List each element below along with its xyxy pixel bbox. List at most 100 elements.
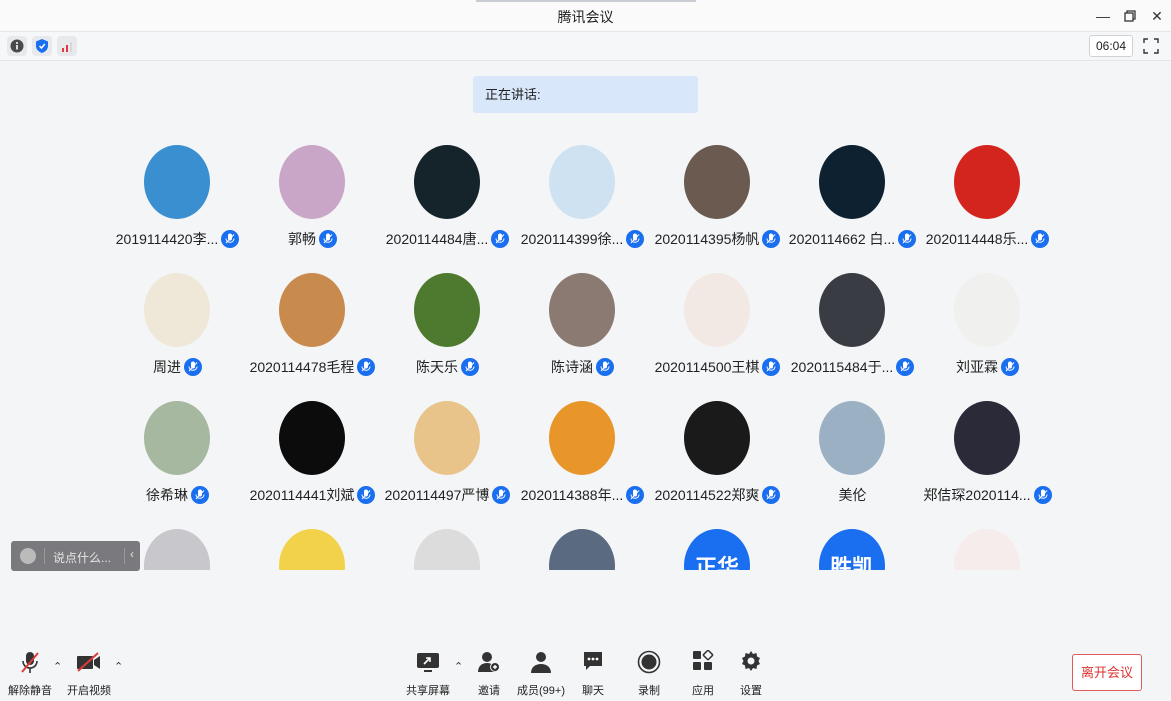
participant-name: 郑佶琛2020114... [923,487,1031,503]
fullscreen-icon[interactable] [1141,36,1161,56]
participant-tile[interactable]: 胜凯 [785,524,920,570]
participant-name: 刘亚霖 [956,359,998,375]
participant-tile[interactable] [920,524,1055,570]
participant-tile[interactable]: 2020114441刘斌 [245,396,380,516]
participant-name: 2020114662 白... [788,231,896,247]
record-button[interactable]: 录制 [619,650,679,697]
participant-tile[interactable] [380,524,515,570]
start-video-button[interactable]: 开启视频 [59,650,119,697]
invite-button[interactable]: 邀请 [459,650,519,697]
participant-name-row: 2020114497严博 [380,484,515,506]
chevron-up-icon[interactable]: ⌃ [114,660,123,673]
leave-meeting-button[interactable]: 离开会议 [1072,654,1142,691]
minimize-icon[interactable]: — [1093,6,1113,26]
avatar [414,145,480,219]
mic-icon [596,358,614,376]
participant-tile[interactable]: 2020114484唐... [380,140,515,260]
avatar [819,145,885,219]
unmute-button[interactable]: 解除静音 [0,650,60,697]
meeting-toolbar: 06:04 [0,32,1171,61]
participant-name-row: 陈天乐 [380,356,515,378]
participant-name-row: 徐希琳 [110,484,245,506]
settings-button[interactable]: 设置 [721,650,781,697]
share-screen-icon [417,653,439,672]
participant-tile[interactable]: 徐希琳 [110,396,245,516]
participant-tile[interactable]: 2020114388年... [515,396,650,516]
chat-label: 聊天 [582,685,604,697]
participant-tile[interactable]: 刘亚霖 [920,268,1055,388]
chat-button[interactable]: 聊天 [563,650,623,697]
avatar [279,529,345,570]
avatar [954,529,1020,570]
emoji-icon[interactable] [20,548,36,564]
restore-icon[interactable] [1120,6,1140,26]
participant-name-row: 2020114388年... [515,484,650,506]
meeting-timer: 06:04 [1089,35,1133,57]
avatar [414,273,480,347]
mic-icon [1001,358,1019,376]
participant-name-row: 刘亚霖 [920,356,1055,378]
participant-tile[interactable]: 2020114448乐... [920,140,1055,260]
participant-name: 2020114497严博 [384,487,490,503]
participant-tile[interactable]: 2019114420李... [110,140,245,260]
control-bar: 解除静音 ⌃ 开启视频 ⌃ 共享屏幕 ⌃ 邀请 成员(99+) 聊天 录制 应用… [0,640,1171,701]
signal-icon[interactable] [57,36,77,56]
participant-tile[interactable]: 2020115484于... [785,268,920,388]
participant-tile[interactable]: 陈天乐 [380,268,515,388]
participant-name: 2020114388年... [520,487,624,503]
participant-name-row: 2020114399徐... [515,228,650,250]
share-screen-button[interactable]: 共享屏幕 [398,650,458,697]
participant-name-row: 2020114478毛程 [245,356,380,378]
mic-icon [461,358,479,376]
members-icon [531,652,551,673]
participant-tile[interactable] [515,524,650,570]
members-button[interactable]: 成员(99+) [511,650,571,697]
participant-name: 美伦 [838,487,867,503]
participant-tile[interactable]: 陈诗涵 [515,268,650,388]
chat-quick-input[interactable]: 说点什么... ‹ [11,541,140,571]
avatar [279,145,345,219]
participant-tile[interactable]: 周进 [110,268,245,388]
participant-tile[interactable]: 正华 [650,524,785,570]
participant-name-row: 郑佶琛2020114... [920,484,1055,506]
avatar [279,401,345,475]
participant-tile[interactable]: 2020114500王棋 [650,268,785,388]
mic-icon [762,358,781,376]
participant-name-row: 周进 [110,356,245,378]
participant-name: 2020114522郑爽 [654,487,760,503]
mic-icon [898,230,917,248]
participant-tile[interactable]: 郑佶琛2020114... [920,396,1055,516]
participant-tile[interactable]: 2020114478毛程 [245,268,380,388]
mic-icon [184,358,202,376]
collapse-icon[interactable]: ‹ [130,547,134,561]
info-icon[interactable] [7,36,27,56]
participant-tile[interactable]: 郭畅 [245,140,380,260]
settings-label: 设置 [740,685,762,697]
avatar [414,529,480,570]
participant-name-row: 2020114662 白... [785,228,920,250]
participant-name-row: 2020114484唐... [380,228,515,250]
participant-tile[interactable]: 2020114522郑爽 [650,396,785,516]
participant-tile[interactable]: 2020114399徐... [515,140,650,260]
mic-icon [319,230,337,248]
participant-tile[interactable]: 2020114662 白... [785,140,920,260]
apps-icon [693,650,714,670]
participant-name-row: 2020114441刘斌 [245,484,380,506]
drag-indicator[interactable] [476,0,696,2]
chat-icon [584,652,602,670]
participant-tile[interactable] [245,524,380,570]
avatar [954,273,1020,347]
avatar [144,145,210,219]
mic-icon [357,358,376,376]
close-icon[interactable]: ✕ [1147,6,1167,26]
participant-tile[interactable]: 美伦 [785,396,920,516]
shield-icon[interactable] [32,36,52,56]
avatar [684,401,750,475]
avatar [414,401,480,475]
participant-tile[interactable]: 2020114395杨帆 [650,140,785,260]
share-screen-label: 共享屏幕 [406,685,450,697]
avatar [954,401,1020,475]
participant-name: 2020114500王棋 [654,359,760,375]
record-icon [637,650,661,674]
participant-tile[interactable]: 2020114497严博 [380,396,515,516]
